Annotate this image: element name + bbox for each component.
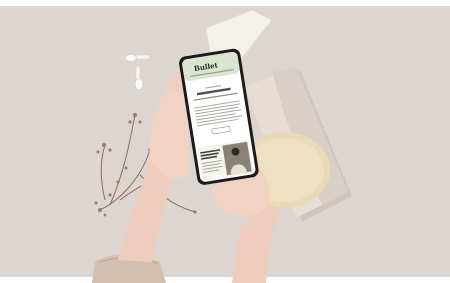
scene-svg: Bullet	[0, 0, 450, 283]
photo-scene: Bullet	[0, 0, 450, 283]
bottom-border	[0, 277, 450, 283]
top-border	[0, 0, 450, 6]
